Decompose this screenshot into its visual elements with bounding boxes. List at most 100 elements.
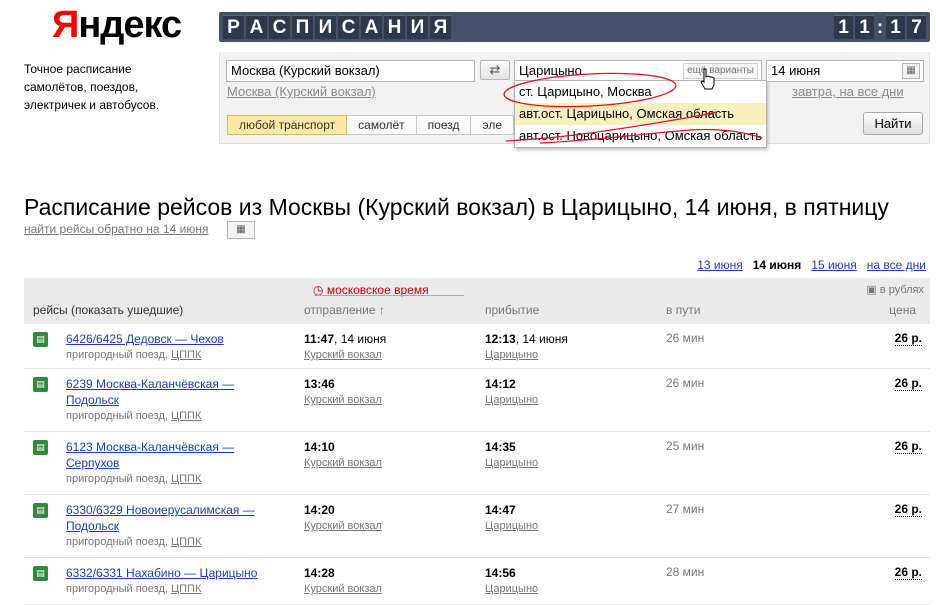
departure-time: 14:28: [304, 566, 335, 580]
date-input[interactable]: 14 июня ▦: [766, 60, 924, 82]
board-letter: Р: [223, 15, 244, 39]
day-link-next[interactable]: 15 июня: [811, 258, 857, 272]
date-hint-link[interactable]: завтра, на все дни: [792, 84, 904, 99]
price[interactable]: 26 р.: [894, 376, 922, 391]
arrival-station-link[interactable]: Царицыно: [485, 581, 538, 597]
col-departure[interactable]: отправление ↑: [304, 303, 385, 317]
back-trip-link[interactable]: найти рейсы обратно на 14 июня: [24, 222, 208, 236]
to-input-value: Царицыно: [519, 63, 582, 78]
tab-train[interactable]: поезд: [416, 115, 472, 135]
calendar-icon[interactable]: ▦: [902, 63, 920, 79]
table-row: ▤ 6332/6331 Нахабино — Царицыно пригородны…: [24, 558, 930, 605]
trip-link[interactable]: 6332/6331 Нахабино — Царицыно: [66, 566, 257, 580]
table-row: ▤ 6426/6425 Дедовск — Чехов пригородный по…: [24, 324, 930, 369]
tab-any-transport[interactable]: любой транспорт: [227, 115, 348, 135]
departure-station-link[interactable]: Курский вокзал: [304, 455, 382, 471]
duration: 26 мин: [666, 376, 705, 390]
table-row: ▤ 6330/6329 Новоиерусалимская — Подольск п…: [24, 495, 930, 558]
departure-cell: 11:47, 14 июня Курский вокзал: [304, 331, 386, 363]
day-link-all[interactable]: на все дни: [867, 258, 926, 272]
departure-time: 13:46: [304, 377, 335, 391]
col-duration[interactable]: в пути: [666, 303, 700, 317]
trip-type: пригородный поезд, ЦППК: [66, 408, 266, 424]
board-clock: 1 1 : 1 7: [834, 15, 926, 39]
board-letter: С: [338, 15, 359, 39]
departure-station-link[interactable]: Курский вокзал: [304, 518, 382, 534]
carrier-link[interactable]: ЦППК: [171, 473, 201, 485]
show-departed-link[interactable]: (показать ушедшие): [71, 303, 183, 317]
more-options-button[interactable]: ещё варианты: [683, 63, 758, 79]
departure-station-link[interactable]: Курский вокзал: [304, 347, 386, 363]
calendar-icon[interactable]: ▦: [227, 221, 255, 239]
suggest-item[interactable]: авт.ост. Царицыно, Омская область: [515, 103, 766, 125]
price[interactable]: 26 р.: [894, 502, 922, 517]
arrival-date: , 14 июня: [515, 332, 568, 346]
table-row: ▤ 6239 Москва-Каланчёвская — Подольск приг…: [24, 369, 930, 432]
from-input[interactable]: Москва (Курский вокзал): [226, 60, 475, 82]
trip-link[interactable]: 6239 Москва-Каланчёвская — Подольск: [66, 377, 234, 407]
departure-time: 14:20: [304, 503, 335, 517]
trip-link[interactable]: 6123 Москва-Каланчёвская — Серпухов: [66, 440, 234, 470]
logo-rest: ндекс: [78, 4, 182, 46]
clock-colon: :: [877, 17, 883, 37]
arrival-cell: 14:35 Царицыно: [485, 439, 538, 471]
carrier-link[interactable]: ЦППК: [171, 536, 201, 548]
trip-name: 6426/6425 Дедовск — Чехов пригородный пое…: [66, 331, 266, 363]
board-letter: Я: [430, 15, 451, 39]
tab-suburban[interactable]: эле: [471, 115, 515, 135]
price[interactable]: 26 р.: [894, 565, 922, 580]
arrival-station-link[interactable]: Царицыно: [485, 518, 538, 534]
clock-digit: 1: [834, 15, 853, 39]
hand-cursor-icon: [700, 68, 715, 90]
arrival-station-link[interactable]: Царицыно: [485, 455, 538, 471]
departure-station-link[interactable]: Курский вокзал: [304, 581, 382, 597]
departure-time: 11:47: [304, 332, 335, 346]
trip-name: 6123 Москва-Каланчёвская — Серпухов приго…: [66, 439, 266, 487]
from-hint-link[interactable]: Москва (Курский вокзал): [227, 84, 376, 99]
col-price[interactable]: цена: [889, 303, 916, 317]
arrival-time: 14:56: [485, 566, 516, 580]
day-link-prev[interactable]: 13 июня: [697, 258, 743, 272]
trip-name: 6332/6331 Нахабино — Царицыно пригородный…: [66, 565, 266, 597]
find-button[interactable]: Найти: [863, 112, 923, 135]
arrival-time: 14:35: [485, 440, 516, 454]
currency-selector[interactable]: ▣ в рублях: [866, 283, 924, 296]
price[interactable]: 26 р.: [894, 331, 922, 346]
arrival-station-link[interactable]: Царицыно: [485, 347, 568, 363]
departure-cell: 13:46 Курский вокзал: [304, 376, 382, 408]
departure-cell: 14:10 Курский вокзал: [304, 439, 382, 471]
tagline: Точное расписание самолётов, поездов, эл…: [24, 62, 160, 112]
carrier-link[interactable]: ЦППК: [171, 583, 201, 595]
trip-type-text: пригородный поезд,: [66, 410, 168, 422]
carrier-link[interactable]: ЦППК: [171, 410, 201, 422]
arrival-cell: 14:47 Царицыно: [485, 502, 538, 534]
transport-tabs: любой транспорт самолёт поезд эле: [227, 115, 515, 135]
trip-name: 6330/6329 Новоиерусалимская — Подольск пр…: [66, 502, 266, 550]
clock-digit: 1: [855, 15, 874, 39]
arrival-station-link[interactable]: Царицыно: [485, 392, 538, 408]
to-input[interactable]: Царицыно ещё варианты: [514, 60, 762, 82]
col-arrival[interactable]: прибытие: [485, 303, 539, 317]
arrival-cell: 14:12 Царицыно: [485, 376, 538, 408]
suggest-item[interactable]: авт.ост. Новоцарицыно, Омская область: [515, 125, 766, 147]
trip-link[interactable]: 6330/6329 Новоиерусалимская — Подольск: [66, 503, 255, 533]
trip-type-text: пригородный поезд,: [66, 536, 168, 548]
departure-time: 14:10: [304, 440, 335, 454]
departure-station-link[interactable]: Курский вокзал: [304, 392, 382, 408]
board-letter: П: [292, 15, 313, 39]
carrier-link[interactable]: ЦППК: [171, 349, 201, 361]
arrival-time: 14:12: [485, 377, 516, 391]
yandex-logo[interactable]: Яндекс: [52, 4, 182, 47]
tab-plane[interactable]: самолёт: [347, 115, 417, 135]
divider: [314, 295, 464, 296]
trip-type: пригородный поезд, ЦППК: [66, 471, 266, 487]
train-icon: ▤: [33, 566, 48, 581]
trip-link[interactable]: 6426/6425 Дедовск — Чехов: [66, 332, 224, 346]
price[interactable]: 26 р.: [894, 439, 922, 454]
departure-cell: 14:20 Курский вокзал: [304, 502, 382, 534]
suggest-item[interactable]: ст. Царицыно, Москва: [515, 81, 766, 103]
trip-type-text: пригородный поезд,: [66, 473, 168, 485]
day-current: 14 июня: [752, 258, 802, 272]
trip-name: 6239 Москва-Каланчёвская — Подольск приго…: [66, 376, 266, 424]
swap-direction-button[interactable]: ⇄: [480, 60, 510, 80]
